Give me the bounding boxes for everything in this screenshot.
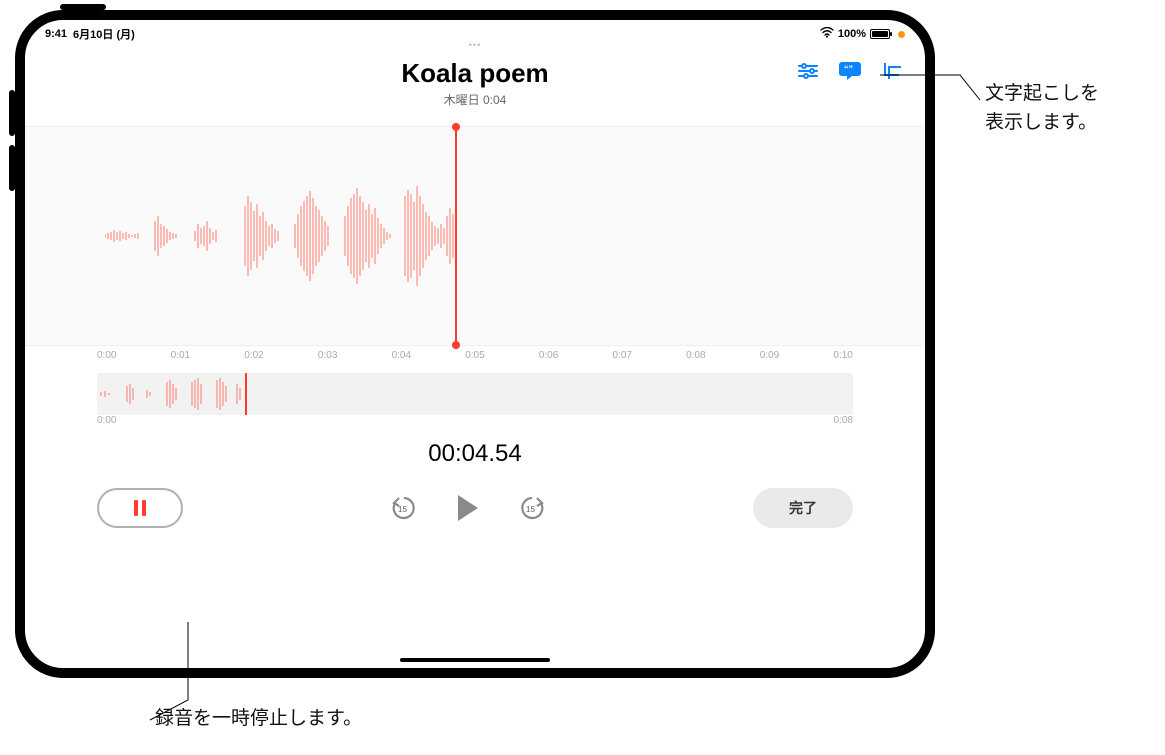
- svg-text:15: 15: [398, 505, 407, 514]
- recording-indicator-dot: [898, 31, 905, 38]
- callout-transcript: 文字起こしを 表示します。: [985, 80, 1099, 137]
- trim-icon[interactable]: [879, 60, 905, 82]
- ruler-tick: 0:06: [539, 350, 558, 361]
- pause-icon: [134, 500, 146, 516]
- transcript-icon[interactable]: “”: [837, 60, 863, 82]
- done-label: 完了: [789, 498, 817, 518]
- overview-playhead[interactable]: [245, 373, 247, 415]
- ruler-tick: 0:08: [686, 350, 705, 361]
- elapsed-time: 00:04.54: [25, 440, 925, 468]
- play-icon: [458, 495, 478, 521]
- recording-title[interactable]: Koala poem: [25, 58, 925, 89]
- battery-icon: [870, 29, 890, 39]
- play-button[interactable]: [458, 495, 478, 521]
- callout-pause: 録音を一時停止します。: [155, 705, 362, 734]
- ruler-tick: 0:07: [612, 350, 631, 361]
- ruler-tick: 0:00: [97, 350, 116, 361]
- waveform-overview[interactable]: [97, 373, 853, 415]
- time-ruler: 0:00 0:01 0:02 0:03 0:04 0:05 0:06 0:07 …: [25, 346, 925, 361]
- skip-forward-15-button[interactable]: 15: [518, 494, 546, 522]
- ruler-tick: 0:02: [244, 350, 263, 361]
- pause-button[interactable]: [97, 488, 183, 528]
- status-bar: 9:41 6月10日 (月) 100%: [25, 20, 925, 42]
- done-button[interactable]: 完了: [753, 488, 853, 528]
- ruler-tick: 0:05: [465, 350, 484, 361]
- overview-end: 0:08: [834, 415, 853, 426]
- transport-controls: 15 15 完了: [25, 468, 925, 528]
- ruler-tick: 0:10: [833, 350, 852, 361]
- options-icon[interactable]: [795, 60, 821, 82]
- svg-text:15: 15: [526, 505, 535, 514]
- playhead[interactable]: [455, 127, 457, 345]
- battery-percent: 100%: [838, 28, 866, 40]
- home-indicator[interactable]: [400, 658, 550, 662]
- overview-start: 0:00: [97, 415, 116, 426]
- waveform-main[interactable]: [25, 126, 925, 346]
- ruler-tick: 0:03: [318, 350, 337, 361]
- ruler-tick: 0:01: [171, 350, 190, 361]
- status-date: 6月10日 (月): [73, 26, 135, 42]
- recording-subtitle: 木曜日 0:04: [25, 91, 925, 108]
- ruler-tick: 0:04: [392, 350, 411, 361]
- waveform-graphic: [105, 166, 465, 306]
- ruler-tick: 0:09: [760, 350, 779, 361]
- ipad-frame: 9:41 6月10日 (月) 100% ••• “” Koala poem 木曜: [15, 10, 935, 678]
- overview-graphic: [97, 376, 247, 412]
- multitask-pill-icon[interactable]: •••: [25, 40, 925, 50]
- skip-back-15-button[interactable]: 15: [390, 494, 418, 522]
- wifi-icon: [820, 27, 834, 41]
- svg-text:“”: “”: [844, 64, 853, 74]
- status-time: 9:41: [45, 28, 67, 40]
